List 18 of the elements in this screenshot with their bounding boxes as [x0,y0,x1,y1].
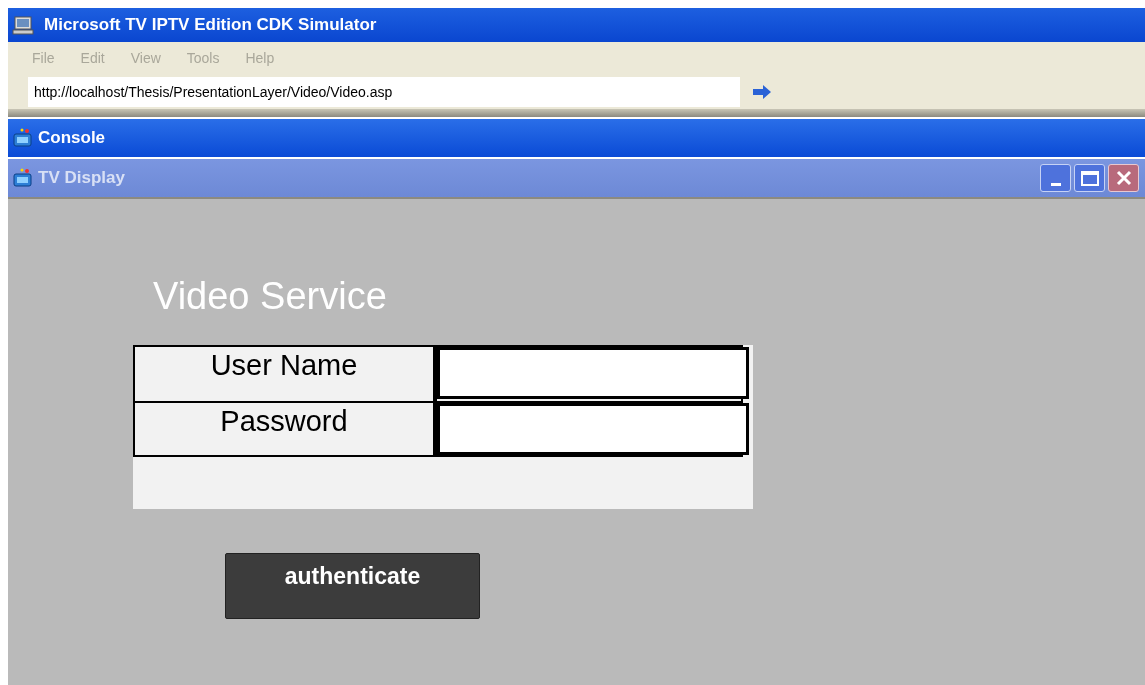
close-icon [1115,170,1132,186]
maximize-button[interactable] [1074,164,1105,192]
address-field[interactable]: http://localhost/Thesis/PresentationLayer/Video/Video.asp [28,77,740,107]
text-input[interactable] [437,403,749,455]
authenticate-button[interactable]: authenticate [225,553,480,619]
close-button[interactable] [1108,164,1139,192]
window-title: Microsoft TV IPTV Edition CDK Simulator [44,14,377,37]
minimize-button[interactable] [1040,164,1071,192]
tv-icon [12,128,34,148]
page-heading: Video Service [153,277,388,315]
computer-icon [12,15,36,35]
go-arrow-icon[interactable] [752,85,772,99]
pane-title: Console [38,127,106,150]
pane-header[interactable]: TV Display [8,159,1145,197]
text-input[interactable] [437,347,749,399]
tv-icon [12,168,34,188]
pane-title: TV Display [38,167,125,190]
pane-header[interactable]: Console [8,119,1145,157]
